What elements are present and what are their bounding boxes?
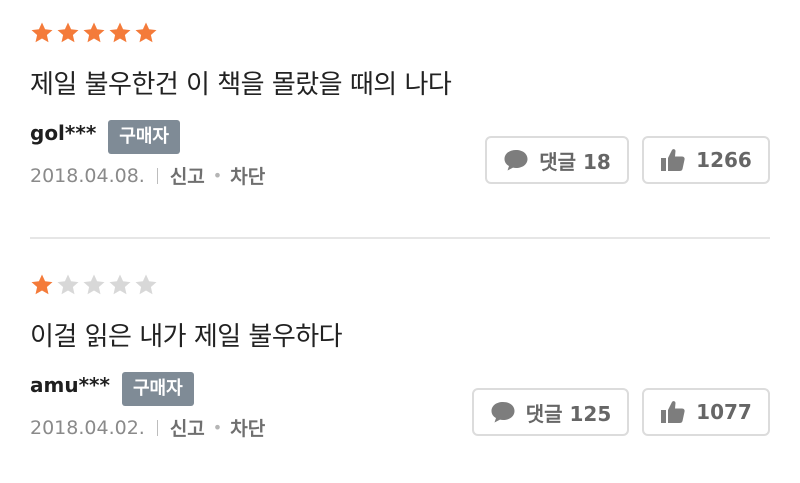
speech-bubble-icon xyxy=(491,402,515,423)
star-empty-icon xyxy=(82,273,106,297)
username: gol*** xyxy=(30,121,97,145)
like-count: 1266 xyxy=(696,148,752,172)
comment-count: 댓글 18 xyxy=(539,149,611,174)
report-link[interactable]: 신고 xyxy=(170,414,205,441)
like-button[interactable]: 1266 xyxy=(642,136,770,184)
like-count: 1077 xyxy=(696,400,752,424)
star-empty-icon xyxy=(134,273,158,297)
review-item: 이걸 읽은 내가 제일 불우하다 amu*** 구매자 2018.04.02. … xyxy=(30,270,770,441)
speech-bubble-icon xyxy=(504,150,528,171)
username: amu*** xyxy=(30,373,110,397)
star-filled-icon xyxy=(82,21,106,45)
star-filled-icon xyxy=(134,21,158,45)
comment-button[interactable]: 댓글 125 xyxy=(472,388,629,436)
comment-button[interactable]: 댓글 18 xyxy=(485,136,629,184)
review-item: 제일 불우한건 이 책을 몰랐을 때의 나다 gol*** 구매자 2018.0… xyxy=(30,18,770,189)
star-filled-icon xyxy=(108,21,132,45)
dot-separator: • xyxy=(212,166,223,185)
report-link[interactable]: 신고 xyxy=(170,162,205,189)
star-filled-icon xyxy=(30,21,54,45)
review-date: 2018.04.08. xyxy=(30,164,145,187)
thumbs-up-icon xyxy=(661,401,685,423)
review-text: 제일 불우한건 이 책을 몰랐을 때의 나다 xyxy=(30,70,452,100)
review-text: 이걸 읽은 내가 제일 불우하다 xyxy=(30,322,343,352)
buyer-badge: 구매자 xyxy=(108,120,180,154)
dot-separator: • xyxy=(212,418,223,437)
review-separator xyxy=(30,237,770,239)
star-rating xyxy=(30,270,770,300)
buyer-badge: 구매자 xyxy=(121,372,194,406)
like-button[interactable]: 1077 xyxy=(642,388,770,436)
comment-count: 댓글 125 xyxy=(525,401,612,426)
star-rating xyxy=(30,18,770,48)
star-filled-icon xyxy=(30,273,54,297)
review-date: 2018.04.02. xyxy=(30,416,145,439)
block-link[interactable]: 차단 xyxy=(230,414,265,441)
star-empty-icon xyxy=(56,273,80,297)
thumbs-up-icon xyxy=(661,149,685,171)
block-link[interactable]: 차단 xyxy=(230,162,265,189)
star-empty-icon xyxy=(108,273,132,297)
star-filled-icon xyxy=(56,21,80,45)
divider xyxy=(156,419,158,436)
divider xyxy=(156,167,158,184)
